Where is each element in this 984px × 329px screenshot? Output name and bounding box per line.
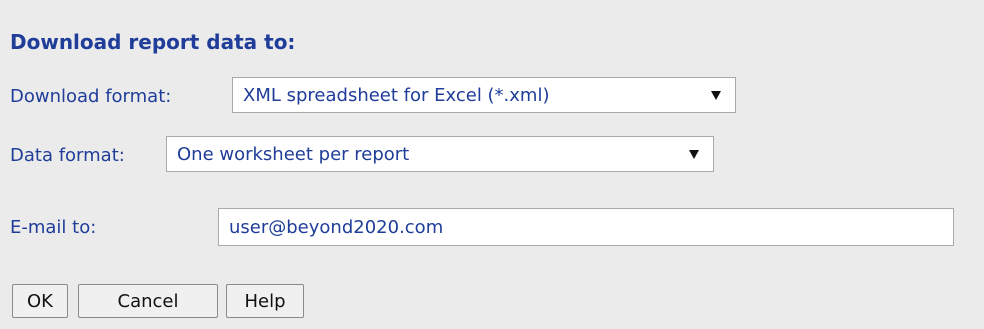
data-format-select[interactable]: One worksheet per report bbox=[166, 136, 714, 172]
help-button[interactable]: Help bbox=[226, 284, 304, 318]
email-field[interactable] bbox=[218, 208, 954, 246]
dropdown-arrow-icon bbox=[689, 150, 699, 159]
email-label: E-mail to: bbox=[10, 217, 97, 238]
ok-button[interactable]: OK bbox=[12, 284, 68, 318]
download-format-label: Download format: bbox=[10, 86, 172, 107]
download-dialog: Download report data to: Download format… bbox=[0, 0, 984, 329]
download-format-value: XML spreadsheet for Excel (*.xml) bbox=[243, 84, 550, 106]
dialog-title: Download report data to: bbox=[10, 30, 296, 54]
dropdown-arrow-icon bbox=[711, 91, 721, 100]
cancel-button[interactable]: Cancel bbox=[78, 284, 218, 318]
download-format-select[interactable]: XML spreadsheet for Excel (*.xml) bbox=[232, 77, 736, 113]
data-format-value: One worksheet per report bbox=[177, 143, 410, 165]
data-format-label: Data format: bbox=[10, 145, 125, 166]
